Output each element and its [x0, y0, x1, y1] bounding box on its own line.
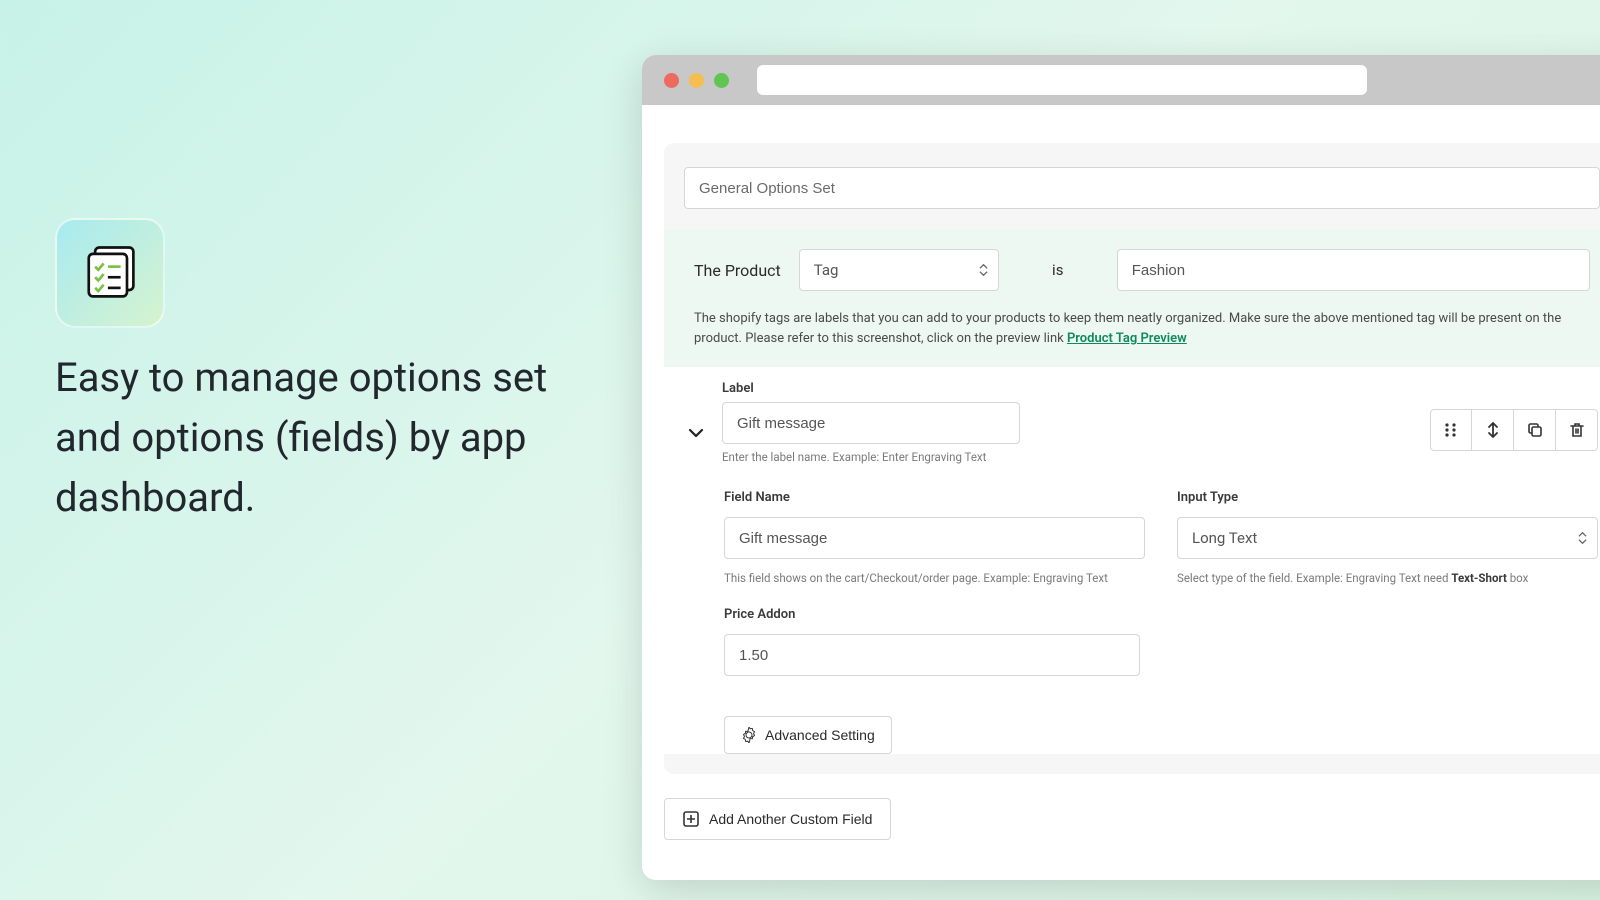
condition-block: The Product Tag is The shopify tags are … — [664, 229, 1600, 367]
select-caret-icon — [1578, 532, 1587, 545]
plus-box-icon — [683, 811, 699, 827]
field-card: Label Enter the label name. Example: Ent… — [664, 367, 1600, 754]
app-icon — [55, 218, 165, 328]
window-zoom-dot[interactable] — [714, 73, 729, 88]
option-set-name-input[interactable] — [684, 167, 1600, 209]
condition-operator: is — [1017, 261, 1099, 279]
gear-icon — [741, 727, 757, 743]
app-window: The Product Tag is The shopify tags are … — [642, 55, 1600, 880]
add-custom-field-button[interactable]: Add Another Custom Field — [664, 798, 891, 840]
duplicate-icon[interactable] — [1514, 409, 1556, 451]
input-type-title: Input Type — [1177, 490, 1598, 505]
label-help: Enter the label name. Example: Enter Eng… — [722, 450, 1020, 464]
delete-icon[interactable] — [1556, 409, 1598, 451]
promo-headline: Easy to manage options set and options (… — [55, 348, 575, 528]
condition-attribute-select[interactable]: Tag — [799, 249, 999, 291]
input-type-help: Select type of the field. Example: Engra… — [1177, 571, 1598, 585]
advanced-setting-label: Advanced Setting — [765, 727, 875, 743]
advanced-setting-button[interactable]: Advanced Setting — [724, 716, 892, 754]
price-addon-input[interactable] — [724, 634, 1140, 676]
url-bar[interactable] — [757, 65, 1367, 95]
price-addon-title: Price Addon — [724, 607, 1140, 622]
input-type-value: Long Text — [1192, 529, 1257, 547]
condition-hint: The shopify tags are labels that you can… — [694, 309, 1590, 349]
collapse-toggle[interactable] — [686, 423, 706, 447]
label-title: Label — [722, 381, 1020, 396]
field-name-help: This field shows on the cart/Checkout/or… — [724, 571, 1145, 585]
drag-handle-icon[interactable] — [1430, 409, 1472, 451]
window-minimize-dot[interactable] — [689, 73, 704, 88]
input-type-select[interactable]: Long Text — [1177, 517, 1598, 559]
condition-value-input[interactable] — [1117, 249, 1590, 291]
field-name-title: Field Name — [724, 490, 1145, 505]
field-name-input[interactable] — [724, 517, 1145, 559]
window-close-dot[interactable] — [664, 73, 679, 88]
label-input[interactable] — [722, 402, 1020, 444]
product-tag-preview-link[interactable]: Product Tag Preview — [1067, 331, 1187, 346]
add-field-label: Add Another Custom Field — [709, 811, 872, 827]
reorder-icon[interactable] — [1472, 409, 1514, 451]
select-caret-icon — [979, 264, 988, 277]
condition-attribute-value: Tag — [814, 261, 839, 279]
condition-prefix: The Product — [694, 261, 781, 280]
window-titlebar — [642, 55, 1600, 105]
